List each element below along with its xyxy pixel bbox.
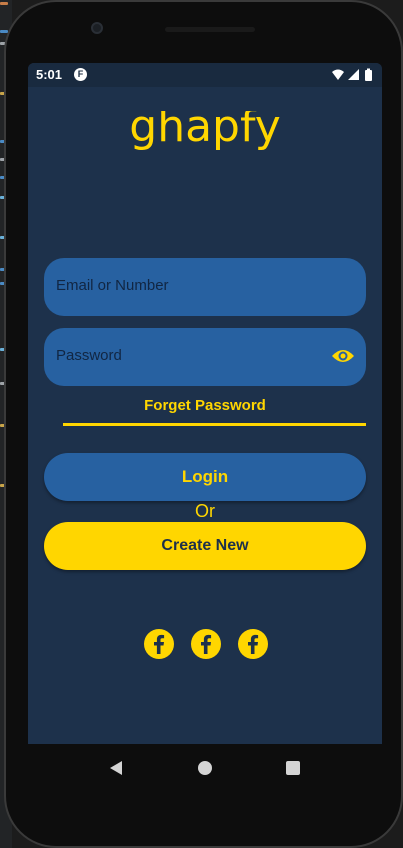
facebook-icon[interactable] [191, 629, 221, 659]
status-icons [331, 68, 375, 82]
signal-icon [348, 69, 359, 80]
forget-password-link[interactable]: Forget Password [28, 397, 382, 414]
svg-text:ghapfy: ghapfy [129, 111, 280, 152]
email-field[interactable]: Email or Number [44, 258, 366, 316]
create-new-button[interactable]: Create New [44, 522, 366, 570]
recents-icon[interactable] [286, 761, 300, 775]
eye-icon[interactable] [331, 347, 355, 365]
ghapfy-logo: ghapfy [129, 111, 280, 152]
facebook-icon[interactable] [144, 629, 174, 659]
or-divider-text: Or [195, 501, 215, 521]
status-bar: 5:01 F [28, 63, 382, 87]
earpiece-speaker [165, 27, 255, 32]
password-placeholder: Password [56, 347, 122, 364]
battery-icon [365, 70, 372, 81]
login-button[interactable]: Login [44, 453, 366, 501]
home-icon[interactable] [198, 761, 212, 775]
app-notification-icon: F [74, 68, 87, 81]
facebook-icon[interactable] [238, 629, 268, 659]
status-time: 5:01 [36, 67, 63, 82]
forget-password-underline [63, 423, 366, 426]
app-screen: 5:01 F ghapfy Email or Number Password F… [28, 63, 382, 744]
wifi-icon [332, 69, 344, 80]
android-nav-bar [28, 744, 382, 794]
back-icon[interactable] [108, 760, 124, 776]
email-placeholder: Email or Number [56, 277, 169, 294]
front-camera [91, 22, 103, 34]
password-field[interactable]: Password [44, 328, 366, 386]
